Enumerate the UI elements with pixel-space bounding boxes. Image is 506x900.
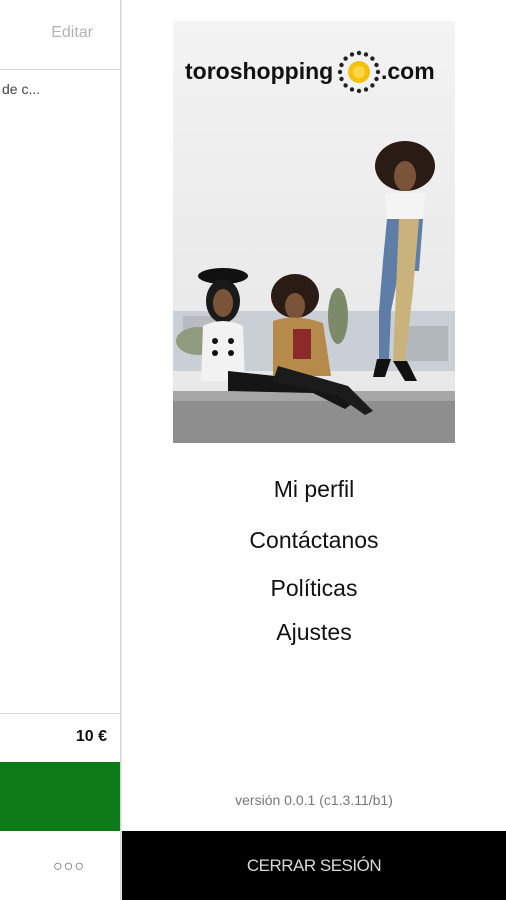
menu-item-profile[interactable]: Mi perfil <box>122 476 506 503</box>
brand-logo: toroshopping .com <box>185 50 435 94</box>
app-version: versión 0.0.1 (c1.3.11/b1) <box>235 792 393 808</box>
menu-item-settings[interactable]: Ajustes <box>122 619 506 646</box>
cart-header: Editar <box>0 0 121 70</box>
background-cart-screen: Editar de c... 10 € ○○○ <box>0 0 121 900</box>
brand-name-right: .com <box>381 58 435 84</box>
cart-total-row: 10 € <box>0 713 121 762</box>
brand-name-left: toroshopping <box>185 58 333 84</box>
side-menu: toroshopping .com Mi perfil Contáctanos … <box>122 0 506 900</box>
fashion-photo <box>173 141 455 443</box>
edit-button[interactable]: Editar <box>51 24 93 42</box>
checkout-button[interactable] <box>0 762 121 831</box>
more-icon[interactable]: ○○○ <box>53 858 85 876</box>
menu-hero-banner: toroshopping .com <box>173 21 455 443</box>
menu-item-policies[interactable]: Políticas <box>122 575 506 602</box>
cart-total: 10 € <box>75 728 107 745</box>
cart-item-description: de c... <box>2 81 41 97</box>
menu-item-contact[interactable]: Contáctanos <box>122 527 506 554</box>
logout-button[interactable]: CERRAR SESIÓN <box>122 831 506 900</box>
sun-icon <box>337 50 381 94</box>
